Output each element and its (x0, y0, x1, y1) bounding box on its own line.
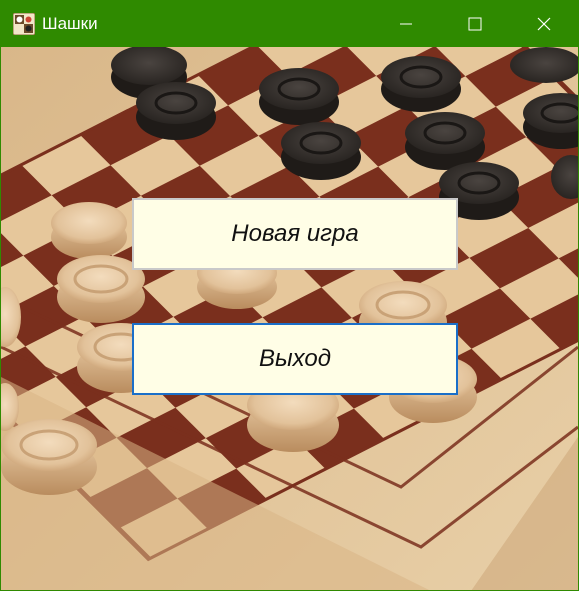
minimize-icon (400, 23, 412, 25)
title-bar[interactable]: Шашки (1, 1, 578, 47)
game-menu-area: Новая игра Выход (1, 47, 578, 590)
maximize-button[interactable] (440, 1, 510, 47)
maximize-icon (468, 17, 482, 31)
minimize-button[interactable] (371, 1, 441, 47)
background-image (1, 47, 578, 590)
exit-button[interactable]: Выход (132, 323, 458, 395)
app-window: Шашки Новая игра Выход (0, 0, 579, 591)
checkers-board-icon (13, 13, 35, 35)
close-button[interactable] (509, 1, 578, 47)
window-title: Шашки (42, 14, 98, 33)
new-game-button[interactable]: Новая игра (132, 198, 458, 270)
close-icon (537, 17, 551, 31)
